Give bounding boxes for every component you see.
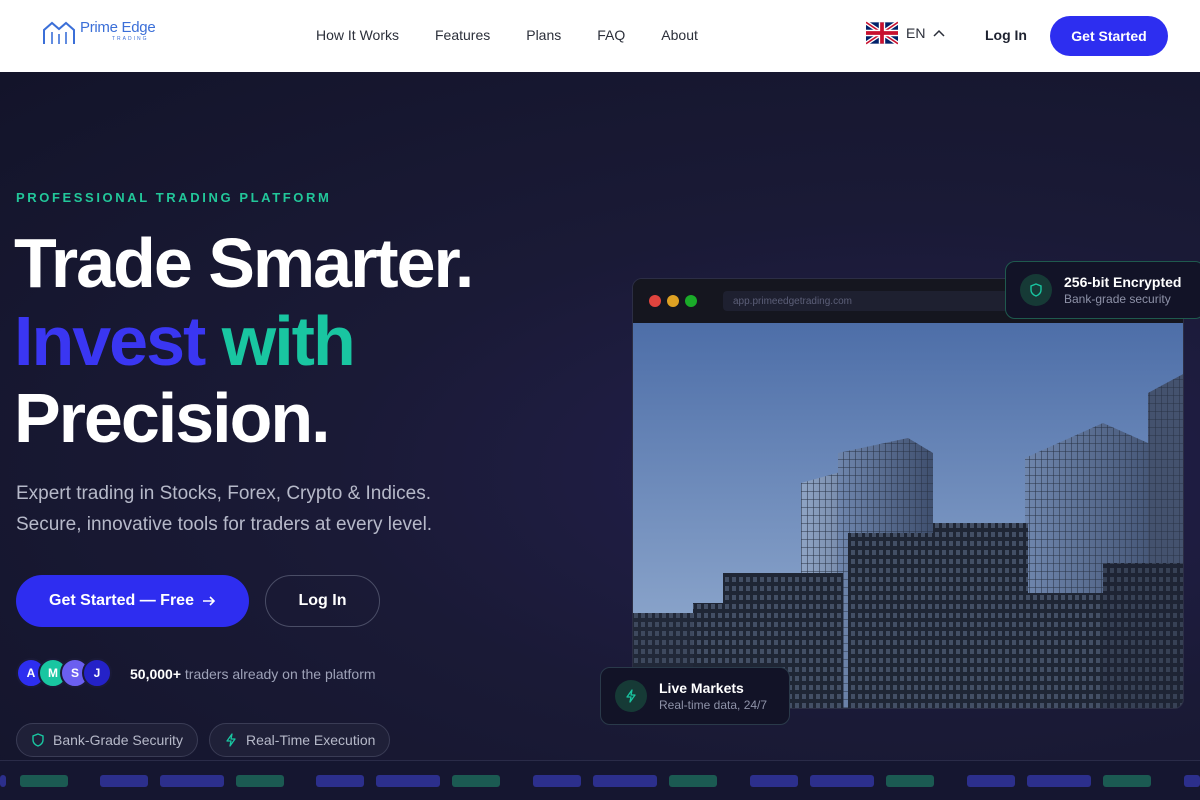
nav-link-faq[interactable]: FAQ	[597, 27, 625, 43]
pill-label: Bank-Grade Security	[53, 732, 183, 748]
live-markets-badge: Live Markets Real-time data, 24/7	[600, 667, 790, 725]
ticker-item	[1027, 775, 1091, 787]
city-skyline-image	[633, 323, 1183, 708]
social-proof-count: 50,000+	[130, 666, 181, 682]
hero-login-button[interactable]: Log In	[265, 575, 380, 627]
ticker-item	[886, 775, 934, 787]
language-code: EN	[906, 25, 926, 41]
nav-links: How It Works Features Plans FAQ About	[316, 27, 698, 43]
hero-headline-line-3: Precision.	[14, 379, 331, 457]
badge-icon-wrap	[1020, 274, 1052, 306]
top-navbar: Prime Edge TRADING How It Works Features…	[0, 0, 1200, 72]
hero-subtitle-line-1: Expert trading in Stocks, Forex, Crypto …	[16, 483, 432, 504]
pill-bank-grade-security: Bank-Grade Security	[16, 723, 198, 757]
brand-sub: TRADING	[112, 36, 149, 42]
social-proof-label: traders already on the platform	[181, 666, 376, 682]
ticker-item	[236, 775, 284, 787]
ticker-item	[1103, 775, 1151, 787]
headline-word-with: with	[221, 302, 356, 380]
ticker-item	[1184, 775, 1200, 787]
hero-section: PROFESSIONAL TRADING PLATFORM Trade Smar…	[0, 72, 1200, 800]
badge-subtitle: Bank-grade security	[1064, 292, 1171, 306]
social-proof-text: 50,000+ traders already on the platform	[130, 666, 376, 682]
uk-flag-icon	[866, 21, 898, 45]
ticker-item	[376, 775, 440, 787]
window-minimize-dot	[667, 295, 679, 307]
badge-title: 256-bit Encrypted	[1064, 274, 1182, 290]
ticker-item	[316, 775, 364, 787]
ticker-item	[967, 775, 1015, 787]
ticker-item	[452, 775, 500, 787]
nav-login-link[interactable]: Log In	[985, 27, 1027, 43]
headline-word-invest: Invest	[14, 302, 206, 380]
nav-link-plans[interactable]: Plans	[526, 27, 561, 43]
nav-link-features[interactable]: Features	[435, 27, 490, 43]
get-started-free-button[interactable]: Get Started — Free	[16, 575, 249, 627]
hero-eyebrow: PROFESSIONAL TRADING PLATFORM	[16, 190, 332, 205]
window-maximize-dot	[685, 295, 697, 307]
browser-url-bar: app.primeedgetrading.com	[723, 291, 1013, 311]
logo-house-icon	[43, 21, 75, 44]
brand-name: Prime Edge	[80, 19, 156, 36]
encryption-badge: 256-bit Encrypted Bank-grade security	[1005, 261, 1200, 319]
ticker-item	[593, 775, 657, 787]
hero-headline-line-1: Trade Smarter.	[14, 224, 474, 302]
ticker-item	[160, 775, 224, 787]
nav-link-how-it-works[interactable]: How It Works	[316, 27, 399, 43]
ticker-item	[810, 775, 874, 787]
trader-avatars: A M S J	[16, 658, 112, 688]
ticker-item	[533, 775, 581, 787]
nav-link-about[interactable]: About	[661, 27, 698, 43]
shield-icon	[32, 733, 44, 747]
ticker-item	[669, 775, 717, 787]
browser-mockup: app.primeedgetrading.com	[632, 278, 1184, 709]
arrow-right-icon	[202, 596, 216, 606]
badge-title: Live Markets	[659, 680, 744, 696]
language-selector[interactable]: EN	[866, 21, 945, 45]
badge-subtitle: Real-time data, 24/7	[659, 698, 768, 712]
ticker-item	[100, 775, 148, 787]
hero-headline-line-2: Invest with	[14, 306, 356, 376]
pill-label: Real-Time Execution	[246, 732, 376, 748]
hero-subtitle-line-2: Secure, innovative tools for traders at …	[16, 514, 433, 535]
brand-logo[interactable]: Prime Edge TRADING	[42, 19, 156, 46]
ticker-strip	[0, 760, 1200, 800]
nav-get-started-button[interactable]: Get Started	[1050, 16, 1168, 56]
lightning-icon	[226, 733, 236, 747]
avatar: J	[82, 658, 112, 688]
lightning-icon	[626, 689, 636, 703]
pill-real-time-execution: Real-Time Execution	[209, 723, 391, 757]
ticker-item	[20, 775, 68, 787]
ticker-item	[750, 775, 798, 787]
shield-icon	[1030, 283, 1042, 297]
badge-icon-wrap	[615, 680, 647, 712]
get-started-free-label: Get Started — Free	[49, 592, 194, 609]
ticker-item	[0, 775, 6, 787]
window-close-dot	[649, 295, 661, 307]
chevron-up-icon	[933, 29, 945, 37]
